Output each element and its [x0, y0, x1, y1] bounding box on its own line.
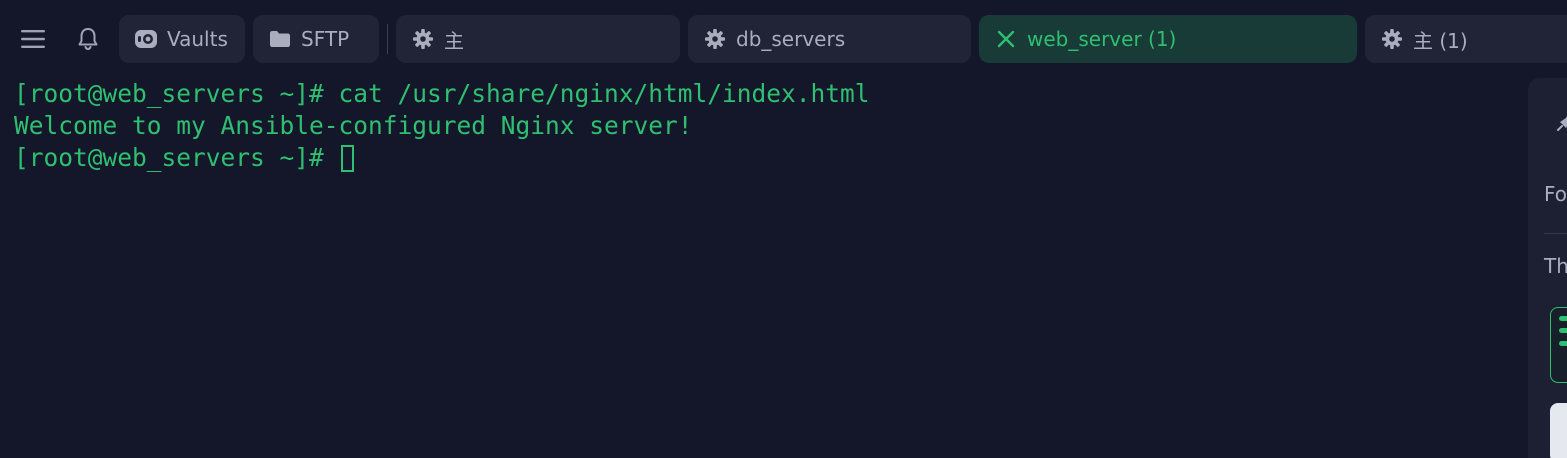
pin-icon[interactable]: [1556, 112, 1567, 136]
hamburger-menu-icon[interactable]: [16, 22, 50, 56]
bell-icon[interactable]: [71, 22, 105, 56]
terminal-line-output: Welcome to my Ansible-configured Nginx s…: [14, 111, 693, 140]
tab-vaults[interactable]: Vaults: [119, 15, 245, 63]
side-panel: Fo Th: [1528, 78, 1567, 458]
vault-icon: [133, 26, 159, 52]
tab-sftp[interactable]: SFTP: [253, 15, 379, 63]
side-panel-text-1: Fo: [1544, 182, 1567, 206]
gear-icon: [702, 26, 728, 52]
tab-host-main[interactable]: 主: [396, 15, 680, 63]
terminal-line-command: [root@web_servers ~]# cat /usr/share/ngi…: [14, 79, 870, 108]
tab-label: db_servers: [736, 27, 846, 51]
prompt-text: [root@web_servers ~]#: [14, 143, 339, 172]
tab-db-servers[interactable]: db_servers: [688, 15, 971, 63]
tab-divider: [387, 24, 388, 54]
gear-icon: [410, 26, 436, 52]
terminal-output[interactable]: [root@web_servers ~]# cat /usr/share/ngi…: [0, 78, 1527, 444]
tab-label: Vaults: [167, 27, 228, 51]
gear-icon: [1379, 26, 1405, 52]
tab-host-main-1[interactable]: 主 (1): [1365, 15, 1567, 63]
side-panel-divider: [1544, 233, 1567, 234]
folder-icon: [267, 26, 293, 52]
side-panel-card[interactable]: [1550, 307, 1567, 383]
tab-web-server-1[interactable]: web_server (1): [979, 15, 1357, 63]
card-bar: [1559, 328, 1567, 333]
card-bar: [1559, 316, 1567, 321]
tab-label: web_server (1): [1027, 27, 1177, 51]
tab-label: 主: [444, 28, 464, 53]
side-panel-text-2: Th: [1544, 254, 1567, 278]
terminal-line-prompt: [root@web_servers ~]#: [14, 142, 354, 174]
tab-label: SFTP: [301, 27, 350, 51]
tab-label: 主 (1): [1413, 28, 1468, 53]
top-bar: Vaults SFTP 主 db_servers web_server (1) …: [0, 0, 1567, 78]
card-bar: [1559, 341, 1567, 346]
close-icon[interactable]: [993, 26, 1019, 52]
terminal-cursor: [340, 145, 354, 172]
side-panel-card-2[interactable]: [1550, 403, 1567, 458]
